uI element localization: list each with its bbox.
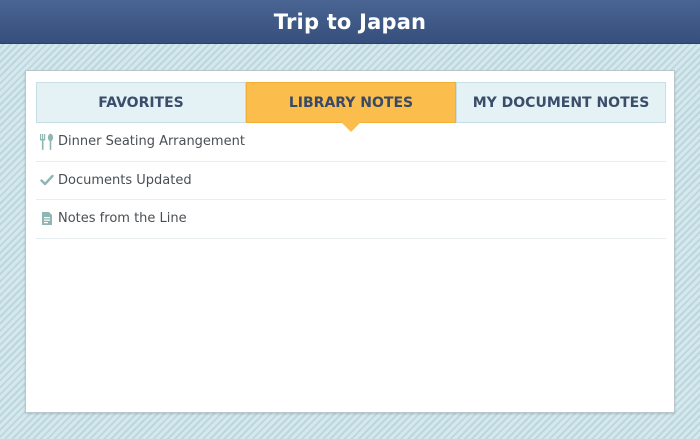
checkmark-icon <box>36 171 58 189</box>
notes-list: Dinner Seating Arrangement Documents Upd… <box>36 123 666 239</box>
note-label: Documents Updated <box>58 172 192 188</box>
utensils-icon <box>36 133 58 151</box>
app-header: Trip to Japan <box>0 0 700 44</box>
tab-bar: FAVORITES LIBRARY NOTES MY DOCUMENT NOTE… <box>36 82 666 132</box>
tab-library-notes[interactable]: LIBRARY NOTES <box>246 82 456 132</box>
tab-my-document-notes[interactable]: MY DOCUMENT NOTES <box>456 82 666 123</box>
note-label: Notes from the Line <box>58 211 187 227</box>
note-icon <box>36 210 58 228</box>
list-item[interactable]: Notes from the Line <box>36 200 666 239</box>
list-item[interactable]: Dinner Seating Arrangement <box>36 123 666 162</box>
tab-favorites[interactable]: FAVORITES <box>36 82 246 123</box>
notes-panel: FAVORITES LIBRARY NOTES MY DOCUMENT NOTE… <box>25 70 675 413</box>
list-item[interactable]: Documents Updated <box>36 162 666 200</box>
page-title: Trip to Japan <box>273 9 427 34</box>
note-label: Dinner Seating Arrangement <box>58 134 245 150</box>
